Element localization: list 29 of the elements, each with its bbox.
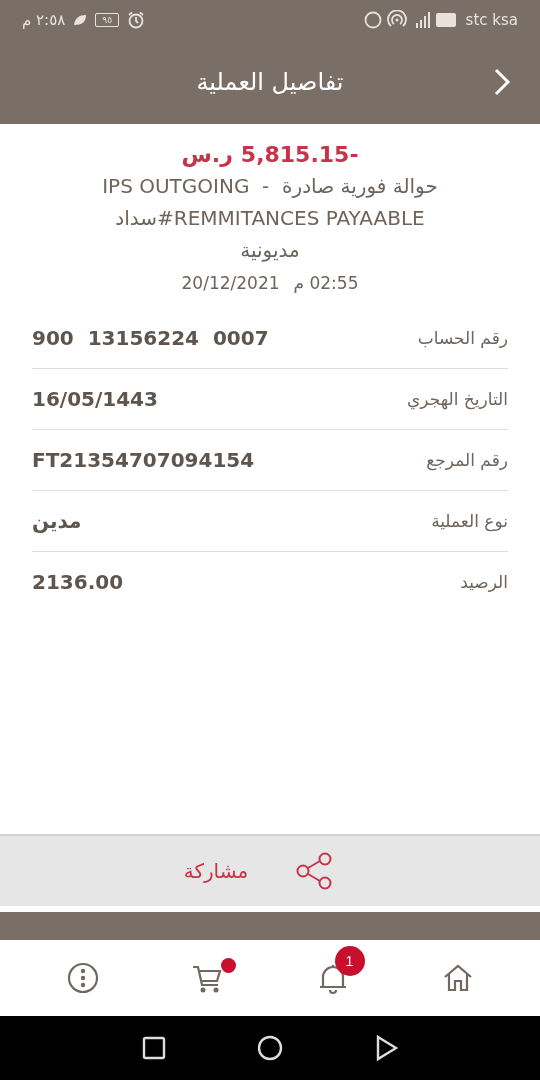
detail-label: نوع العملية (431, 511, 508, 531)
transaction-time: 02:55 م (293, 272, 359, 295)
detail-label: التاريخ الهجري (407, 389, 508, 409)
description-line: حوالة فورية صادرة - IPS OUTGOING (102, 173, 438, 200)
leaf-icon (73, 14, 88, 26)
detail-value: 2136.00 (32, 570, 124, 594)
circle-button[interactable] (256, 1034, 284, 1062)
currency-label: ر.س (181, 141, 233, 169)
description-line: سداد#REMMITANCES PAYAABLE (115, 205, 425, 232)
amount-text: 5,815.15- (240, 141, 359, 169)
detail-value: 16/05/1443 (32, 387, 158, 411)
description-line: مديونية (240, 237, 300, 264)
share-button[interactable]: مشاركة (179, 847, 339, 895)
more-icon (65, 961, 100, 995)
clock-time: ٢:٥٨ م (22, 11, 66, 29)
detail-label: رقم الحساب (417, 328, 508, 348)
square-button[interactable] (140, 1034, 168, 1062)
detail-value: مدين (32, 509, 82, 533)
battery-indicator: ٩٥ (95, 13, 119, 27)
transaction-date: 20/12/2021 (181, 272, 280, 295)
alarm-icon (126, 11, 145, 29)
detail-value: 900 13156224 0007 (32, 326, 269, 350)
detail-label: الرصيد (460, 572, 508, 592)
notifications-tab[interactable]: 1 (300, 946, 365, 1010)
screen-title: تفاصيل العملية (196, 68, 344, 96)
carrier-name: stc ksa (465, 11, 518, 29)
detail-value: FT21354707094154 (32, 448, 255, 472)
count-badge: 1 (334, 946, 365, 976)
detail-label: رقم المرجع (426, 450, 508, 470)
